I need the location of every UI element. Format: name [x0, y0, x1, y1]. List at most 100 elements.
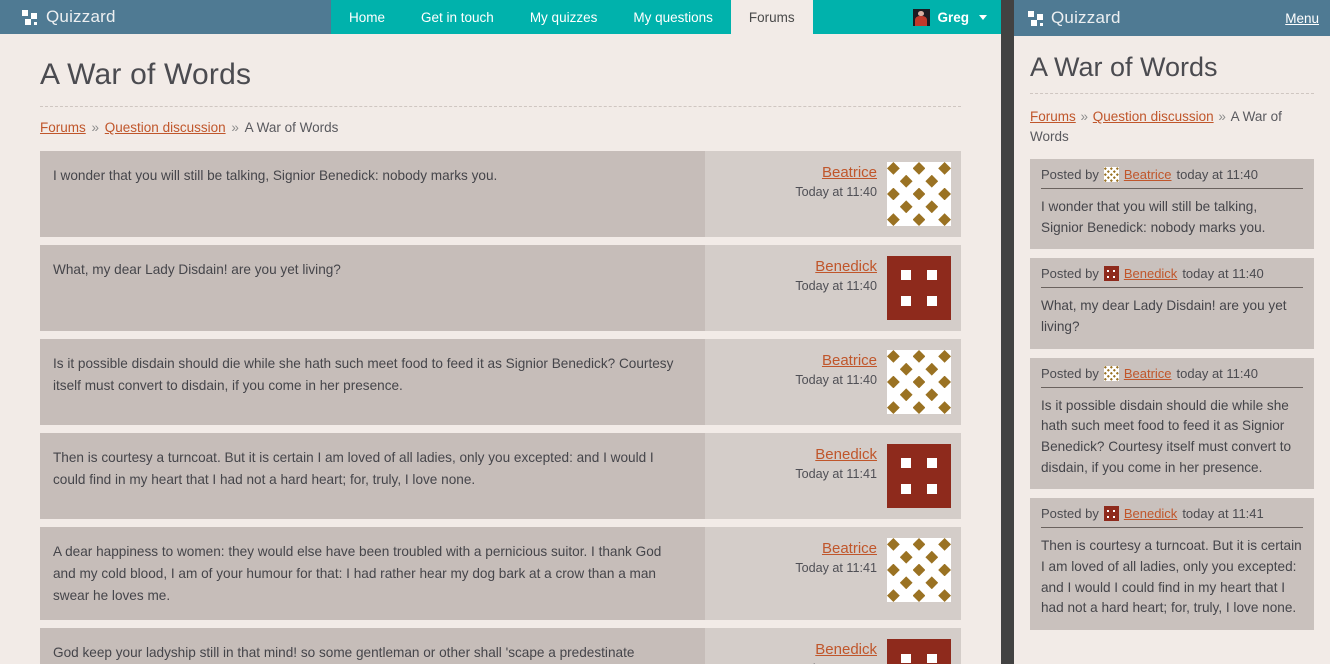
nav-item-label: Get in touch	[421, 9, 494, 25]
post-meta-text: Beatrice Today at 11:40	[795, 350, 877, 387]
identicon-avatar-benedick	[887, 256, 951, 320]
mobile-viewport: Quizzard Menu A War of Words Forums » Qu…	[1014, 0, 1330, 664]
mobile-menu-button[interactable]: Menu	[1285, 11, 1319, 26]
mobile-post-timestamp: today at 11:40	[1182, 266, 1264, 282]
post-row: What, my dear Lady Disdain! are you yet …	[40, 245, 961, 331]
mobile-post-text: I wonder that you will still be talking,…	[1041, 199, 1266, 235]
identicon-avatar-beatrice	[1103, 365, 1119, 381]
post-meta: Beatrice Today at 11:40	[705, 339, 961, 425]
nav-item-forums[interactable]: Forums	[730, 0, 813, 34]
identicon-avatar-benedick	[887, 444, 951, 508]
breadcrumb-separator: »	[1214, 109, 1230, 124]
identicon-avatar-beatrice	[887, 350, 951, 414]
post-meta: Benedick Today at 11:40	[705, 245, 961, 331]
puzzle-logo-icon	[1028, 10, 1043, 26]
user-menu[interactable]: Greg	[901, 0, 1001, 34]
mobile-post-card: Posted by Beatrice today at 11:40 Is it pos…	[1030, 357, 1314, 490]
nav-item-my-quizzes[interactable]: My quizzes	[512, 0, 616, 34]
identicon-avatar-beatrice	[1103, 167, 1119, 183]
post-text: What, my dear Lady Disdain! are you yet …	[40, 245, 705, 331]
post-author-link[interactable]: Benedick	[795, 258, 877, 275]
mobile-title-divider	[1030, 93, 1314, 94]
breadcrumb-item-forums[interactable]: Forums	[1030, 109, 1076, 124]
identicon-avatar-benedick	[1103, 266, 1119, 282]
title-divider	[40, 106, 961, 107]
mobile-post-list: Posted by Beatrice today at 11:40 I wonder …	[1030, 159, 1314, 630]
mobile-post-author-link[interactable]: Beatrice	[1124, 366, 1172, 381]
mobile-post-text: Is it possible disdain should die while …	[1041, 397, 1292, 475]
post-author-link[interactable]: Benedick	[795, 641, 877, 658]
mobile-brand[interactable]: Quizzard	[1028, 8, 1121, 28]
mobile-post-timestamp: today at 11:41	[1182, 506, 1264, 522]
nav-item-label: My questions	[633, 9, 713, 25]
post-meta: BenedickToday at 11:41	[705, 628, 961, 664]
mobile-post-text: What, my dear Lady Disdain! are you yet …	[1041, 298, 1287, 335]
post-meta-text: Benedick Today at 11:40	[795, 256, 877, 293]
page-title: A War of Words	[40, 58, 252, 91]
post-timestamp: Today at 11:40	[795, 373, 877, 387]
nav-item-my-questions[interactable]: My questions	[615, 0, 731, 34]
post-row: God keep your ladyship still in that min…	[40, 628, 961, 664]
breadcrumb-item-question-discussion[interactable]: Question discussion	[105, 120, 226, 135]
mobile-post-header: Posted by Beatrice today at 11:40	[1041, 167, 1303, 190]
mobile-post-timestamp: today at 11:40	[1176, 365, 1258, 381]
breadcrumb-separator: »	[227, 120, 243, 135]
post-meta: Beatrice Today at 11:41	[705, 527, 961, 621]
post-meta-text: Benedick Today at 11:41	[795, 444, 877, 481]
nav-item-label: Home	[349, 9, 386, 25]
post-text: A dear happiness to women: they would el…	[40, 527, 705, 621]
post-text: Then is courtesy a turncoat. But it is c…	[40, 433, 705, 519]
mobile-post-header: Posted by Benedick today at 11:40	[1041, 266, 1303, 289]
breadcrumb-item-forums[interactable]: Forums	[40, 120, 86, 135]
post-meta-text: BenedickToday at 11:41	[795, 639, 877, 664]
post-author-link[interactable]: Beatrice	[795, 164, 877, 181]
mobile-post-card: Posted by Benedick today at 11:40 What, my …	[1030, 258, 1314, 349]
mobile-post-card: Posted by Benedick today at 11:41 Then is c…	[1030, 498, 1314, 630]
post-timestamp: Today at 11:41	[795, 467, 877, 481]
app-screen: Quizzard Home Get in touch My quizzes My qu…	[0, 0, 1330, 664]
mobile-breadcrumb: Forums » Question discussion » A War of …	[1030, 107, 1314, 146]
brand[interactable]: Quizzard	[0, 0, 331, 34]
identicon-avatar-benedick	[1103, 506, 1119, 522]
post-author-link[interactable]: Beatrice	[795, 540, 877, 557]
post-timestamp: Today at 11:40	[795, 185, 877, 199]
breadcrumb-item-question-discussion[interactable]: Question discussion	[1093, 109, 1214, 124]
mobile-topbar: Quizzard Menu	[1014, 0, 1330, 36]
mobile-post-card: Posted by Beatrice today at 11:40 I wonder …	[1030, 159, 1314, 250]
mobile-post-author-link[interactable]: Benedick	[1124, 506, 1177, 521]
post-row: Is it possible disdain should die while …	[40, 339, 961, 425]
breadcrumb: Forums » Question discussion » A War of …	[40, 120, 961, 135]
post-meta: Benedick Today at 11:41	[705, 433, 961, 519]
page-header: A War of Words Forums » Question discuss…	[0, 34, 1001, 135]
mobile-post-author-link[interactable]: Beatrice	[1124, 167, 1172, 182]
post-row: I wonder that you will still be talking,…	[40, 151, 961, 237]
posted-by-label: Posted by	[1041, 266, 1099, 282]
post-meta: Beatrice Today at 11:40	[705, 151, 961, 237]
mobile-page-title: A War of Words	[1030, 52, 1218, 82]
puzzle-logo-icon	[22, 9, 37, 25]
identicon-avatar-beatrice	[887, 538, 951, 602]
nav-item-home[interactable]: Home	[331, 0, 403, 34]
nav-item-get-in-touch[interactable]: Get in touch	[403, 0, 512, 34]
posted-by-label: Posted by	[1041, 506, 1099, 522]
mobile-brand-label: Quizzard	[1051, 8, 1121, 27]
post-author-link[interactable]: Beatrice	[795, 352, 877, 369]
desktop-viewport: Quizzard Home Get in touch My quizzes My qu…	[0, 0, 1001, 664]
avatar	[913, 8, 931, 26]
mobile-post-timestamp: today at 11:40	[1176, 167, 1258, 183]
user-name: Greg	[937, 9, 969, 25]
post-text: Is it possible disdain should die while …	[40, 339, 705, 425]
post-timestamp: Today at 11:40	[795, 279, 877, 293]
posted-by-label: Posted by	[1041, 167, 1099, 183]
mobile-post-header: Posted by Benedick today at 11:41	[1041, 506, 1303, 529]
brand-label: Quizzard	[46, 7, 116, 26]
post-meta-text: Beatrice Today at 11:40	[795, 162, 877, 199]
breadcrumb-separator: »	[1076, 109, 1092, 124]
post-author-link[interactable]: Benedick	[795, 446, 877, 463]
breadcrumb-separator: »	[87, 120, 103, 135]
panel-divider	[1001, 0, 1014, 664]
mobile-post-author-link[interactable]: Benedick	[1124, 266, 1177, 281]
identicon-avatar-benedick	[887, 639, 951, 664]
mobile-post-text: Then is courtesy a turncoat. But it is c…	[1041, 538, 1302, 616]
post-row: A dear happiness to women: they would el…	[40, 527, 961, 621]
